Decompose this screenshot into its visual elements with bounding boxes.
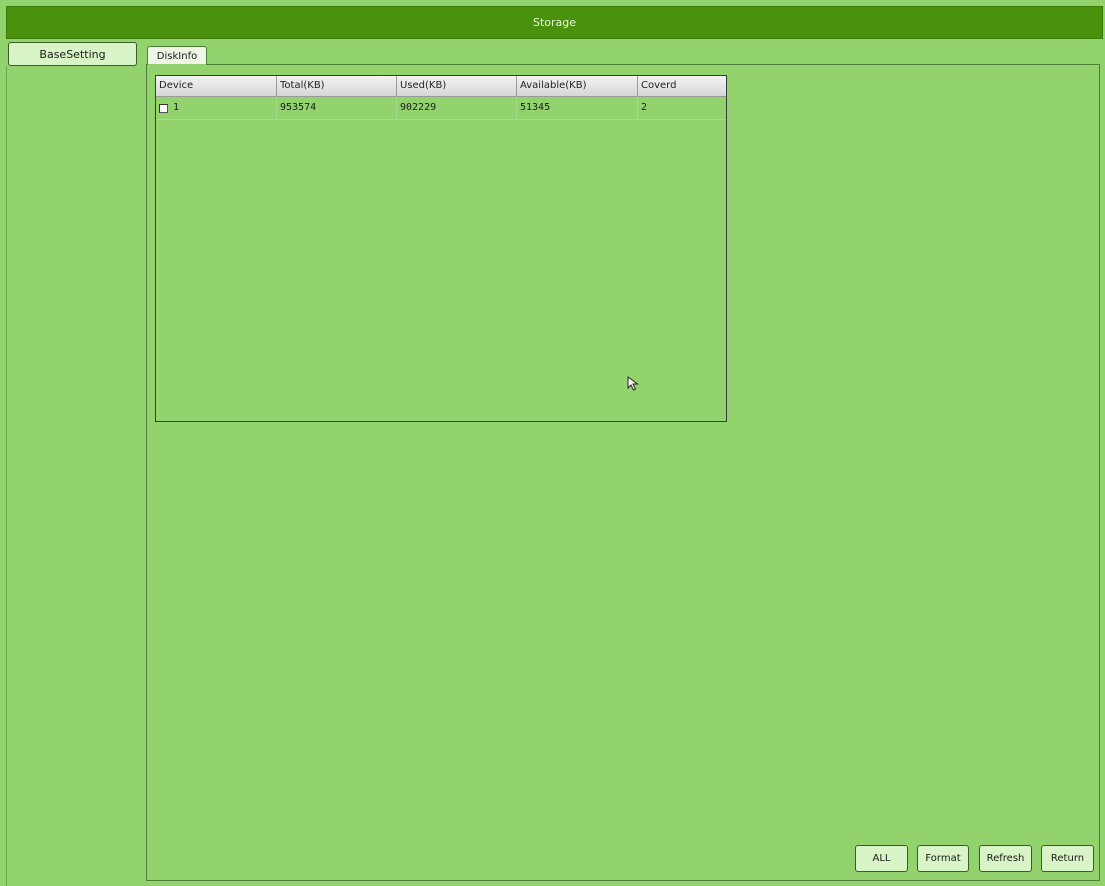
window-title-bar: Storage: [6, 6, 1103, 39]
window-title: Storage: [532, 16, 577, 29]
column-header-used[interactable]: Used(KB): [397, 76, 517, 96]
device-id: 1: [173, 102, 180, 113]
column-header-coverd[interactable]: Coverd: [638, 76, 726, 96]
cell-total: 953574: [277, 97, 397, 119]
device-checkbox[interactable]: [159, 103, 168, 113]
all-button[interactable]: ALL: [855, 845, 908, 872]
cell-coverd: 2: [641, 102, 648, 113]
tab-diskinfo[interactable]: DiskInfo: [147, 46, 207, 65]
sidebar-item-basesetting[interactable]: BaseSetting: [8, 42, 137, 66]
cell-available: 51345: [517, 97, 638, 119]
table-row[interactable]: 1 953574 902229 51345 2: [156, 97, 726, 120]
column-header-available[interactable]: Available(KB): [517, 76, 638, 96]
disk-info-table: Device Total(KB) Used(KB) Available(KB) …: [155, 75, 727, 422]
column-header-total[interactable]: Total(KB): [277, 76, 397, 96]
return-button[interactable]: Return: [1041, 845, 1094, 872]
cell-device: 1: [156, 97, 277, 119]
column-header-device[interactable]: Device: [156, 76, 277, 96]
mouse-pointer-icon: [627, 376, 640, 391]
table-header: Device Total(KB) Used(KB) Available(KB) …: [156, 76, 726, 97]
sidebar-item-label: BaseSetting: [39, 47, 106, 61]
refresh-button[interactable]: Refresh: [979, 845, 1032, 872]
cell-used: 902229: [397, 97, 517, 119]
format-button[interactable]: Format: [917, 845, 969, 872]
tab-connector: [148, 64, 206, 66]
sidebar: [6, 66, 146, 886]
tab-label: DiskInfo: [156, 50, 198, 62]
